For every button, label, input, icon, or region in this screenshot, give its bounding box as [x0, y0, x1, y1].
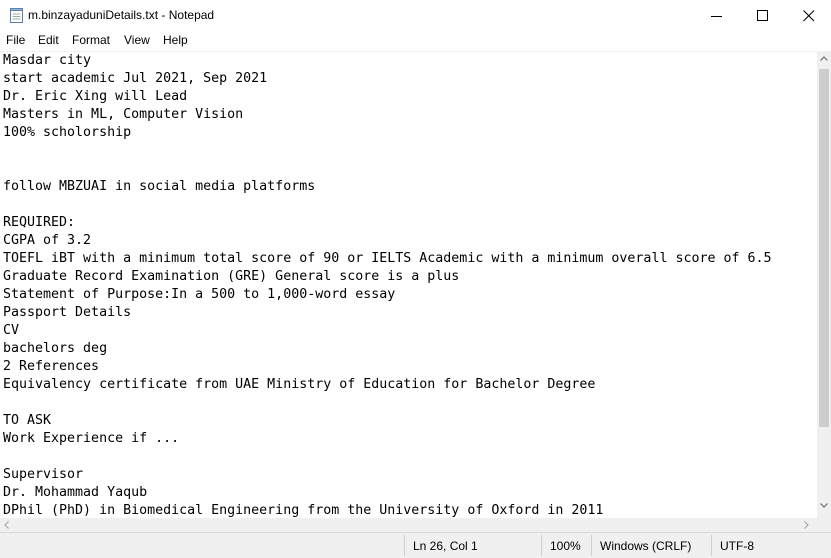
menu-format[interactable]: Format	[72, 33, 110, 47]
scroll-right-icon[interactable]	[804, 521, 809, 529]
text-line: Masters in ML, Computer Vision	[3, 107, 244, 122]
text-line: CV	[3, 323, 20, 338]
horizontal-scrollbar[interactable]	[0, 518, 817, 532]
vertical-scroll-thumb[interactable]	[819, 69, 829, 427]
close-button[interactable]	[786, 0, 831, 31]
status-separator	[541, 535, 542, 556]
minimize-button[interactable]	[694, 0, 740, 31]
scroll-up-icon[interactable]	[820, 56, 828, 61]
cursor-position: Ln 26, Col 1	[413, 539, 478, 553]
window-title: m.binzayaduniDetails.txt - Notepad	[28, 8, 215, 22]
menu-file[interactable]: File	[6, 33, 25, 47]
text-line: Dr. Eric Xing will Lead	[3, 89, 188, 104]
text-line: Dr. Mohammad Yaqub	[3, 485, 148, 500]
status-separator	[591, 535, 592, 556]
encoding: UTF-8	[720, 539, 754, 553]
maximize-icon	[757, 10, 768, 21]
text-line: bachelors deg	[3, 341, 108, 356]
text-line: Masdar city	[3, 53, 92, 68]
text-line: 100% scholorship	[3, 125, 132, 140]
close-icon	[803, 10, 815, 22]
text-line: start academic Jul 2021, Sep 2021	[3, 71, 268, 86]
text-line: CGPA of 3.2	[3, 233, 92, 248]
text-line: Work Experience if ...	[3, 431, 180, 446]
scroll-left-icon[interactable]	[4, 521, 9, 529]
status-bar: Ln 26, Col 1 100% Windows (CRLF) UTF-8	[0, 532, 831, 558]
text-line: Graduate Record Examination (GRE) Genera…	[3, 269, 460, 284]
text-line: Passport Details	[3, 305, 132, 320]
text-line: DPhil (PhD) in Biomedical Engineering fr…	[3, 503, 604, 518]
menu-view[interactable]: View	[124, 33, 150, 47]
maximize-button[interactable]	[740, 0, 786, 31]
line-ending: Windows (CRLF)	[600, 539, 692, 553]
text-line: 2 References	[3, 359, 100, 374]
zoom-level: 100%	[550, 539, 581, 553]
status-separator	[711, 535, 712, 556]
text-line: follow MBZUAI in social media platforms	[3, 179, 316, 194]
menu-bar: File Edit Format View Help	[0, 31, 831, 51]
menu-edit[interactable]: Edit	[38, 33, 59, 47]
text-line: Supervisor	[3, 467, 84, 482]
notepad-icon	[10, 8, 23, 23]
text-line: TO ASK	[3, 413, 52, 428]
scrollbar-corner	[817, 518, 831, 532]
minimize-icon	[711, 16, 722, 17]
text-line: TOEFL iBT with a minimum total score of …	[3, 251, 772, 266]
text-line: Equivalency certificate from UAE Ministr…	[3, 377, 596, 392]
text-line: Statement of Purpose:In a 500 to 1,000-w…	[3, 287, 396, 302]
status-separator	[404, 535, 405, 556]
text-line: REQUIRED:	[3, 215, 76, 230]
menu-help[interactable]: Help	[163, 33, 188, 47]
title-bar[interactable]: m.binzayaduniDetails.txt - Notepad	[0, 0, 831, 31]
text-editor[interactable]: Masdar city start academic Jul 2021, Sep…	[0, 51, 817, 519]
vertical-scrollbar[interactable]	[817, 51, 831, 518]
scroll-down-icon[interactable]	[820, 503, 828, 508]
